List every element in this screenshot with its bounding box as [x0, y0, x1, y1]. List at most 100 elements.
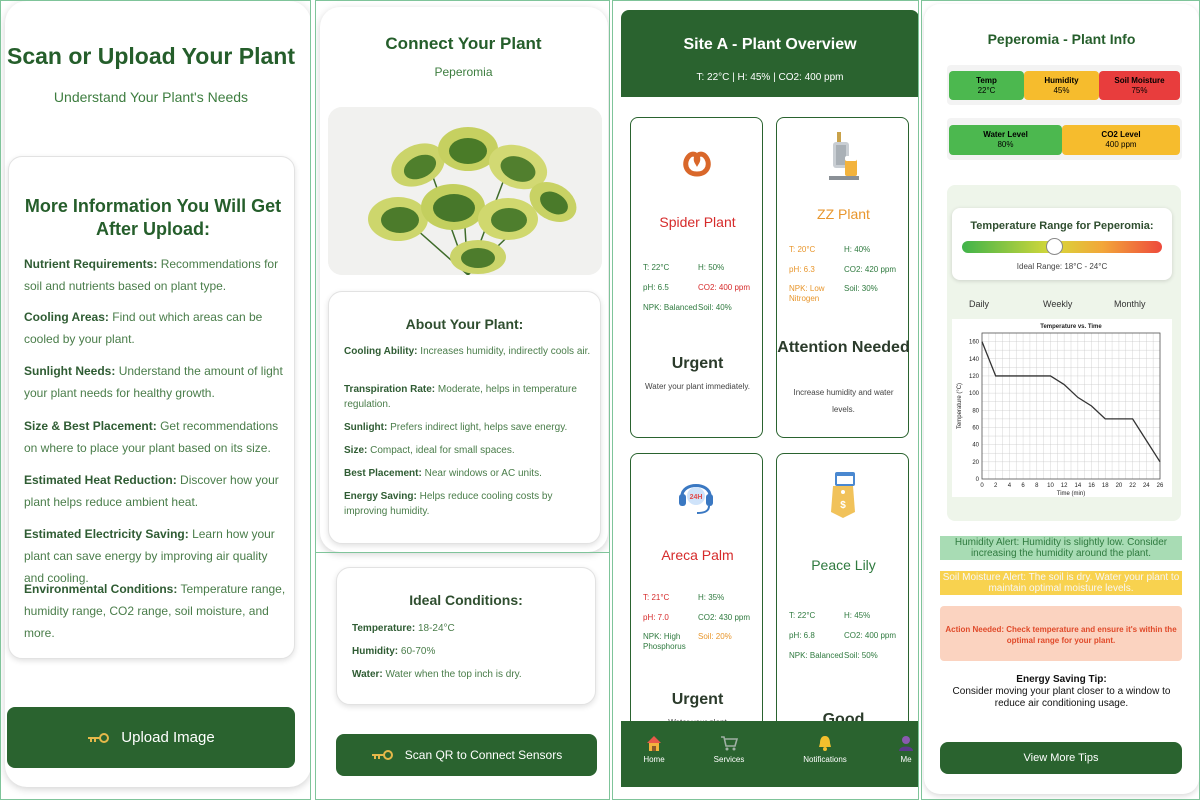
x-tick-label: 26 [1157, 483, 1164, 489]
ideal-label: Humidity: [352, 646, 399, 657]
reading-value: 45% [1053, 86, 1070, 95]
stat-ph: pH: 6.8 [789, 631, 815, 640]
stat-temp: T: 22°C [643, 263, 670, 272]
scan-qr-label: Scan QR to Connect Sensors [404, 748, 563, 762]
plant-card-zz[interactable]: ZZ Plant T: 20°C H: 40% pH: 6.3 CO2: 420 p… [776, 117, 910, 438]
period-tab-weekly[interactable]: Weekly [1043, 299, 1072, 309]
plant-name: Areca Palm [661, 547, 734, 563]
temperature-panel: Temperature Range for Peperomia: Ideal R… [947, 185, 1181, 521]
ideal-item-water: Water: Water when the top inch is dry. [352, 667, 600, 682]
ideal-text: Water when the top inch is dry. [385, 669, 522, 680]
about-text: Increases humidity, indirectly cools air… [420, 346, 591, 357]
svg-text:$: $ [840, 500, 846, 511]
nav-item-home[interactable]: Home [624, 721, 684, 764]
info-item-sunlight: Sunlight Needs: Understand the amount of… [24, 360, 286, 404]
y-tick-label: 20 [972, 460, 979, 466]
ideal-title: Ideal Conditions: [409, 592, 523, 608]
site-title: Site A - Plant Overview [683, 36, 857, 53]
info-label: Estimated Heat Reduction: [24, 473, 177, 487]
ideal-text: 18-24°C [417, 623, 455, 634]
x-tick-label: 14 [1075, 483, 1082, 489]
about-text: Near windows or AC units. [424, 468, 542, 479]
x-tick-label: 12 [1061, 483, 1068, 489]
nav-item-services[interactable]: Services [699, 721, 759, 764]
beer-tap-icon [829, 132, 859, 180]
stat-humidity: H: 45% [844, 611, 871, 620]
about-label: Best Placement: [344, 468, 422, 479]
about-item-placement: Best Placement: Near windows or AC units… [344, 466, 592, 481]
headset-24h-icon: 24H [679, 484, 713, 514]
scan-qr-button[interactable]: Scan QR to Connect Sensors [336, 734, 597, 776]
ideal-item-temperature: Temperature: 18-24°C [352, 621, 600, 636]
bell-icon [819, 736, 831, 751]
stat-ph: pH: 7.0 [643, 613, 669, 622]
upload-image-button[interactable]: Upload Image [7, 707, 295, 768]
x-axis-label: Time (min) [1057, 491, 1085, 497]
x-tick-label: 8 [1035, 483, 1039, 489]
plant-status: Urgent [671, 355, 724, 372]
water-level-reading: Water Level 80% [949, 125, 1062, 155]
svg-text:24H: 24H [690, 494, 703, 501]
action-needed-alert: Action Needed: Check temperature and ens… [940, 606, 1182, 661]
plant-name: Spider Plant [659, 214, 736, 230]
period-tab-daily[interactable]: Daily [969, 299, 989, 309]
info-item-heat: Estimated Heat Reduction: Discover how y… [24, 469, 286, 513]
reading-value: 75% [1131, 86, 1148, 95]
app-root: Scan or Upload Your Plant Understand You… [0, 0, 1200, 800]
plant-name: Peace Lily [811, 557, 876, 573]
energy-tip-text: Consider moving your plant closer to a w… [952, 686, 1171, 709]
about-label: Cooling Ability: [344, 346, 418, 357]
sensor-row-1: Temp 22°C Humidity 45% Soil Moisture 75% [947, 65, 1182, 105]
ideal-range-label: Ideal Range: 18°C - 24°C [1016, 262, 1108, 271]
stat-co2: CO2: 400 ppm [698, 283, 751, 292]
ideal-text: 60-70% [400, 646, 436, 657]
y-tick-label: 140 [969, 357, 980, 363]
range-slider-knob[interactable] [1046, 238, 1063, 255]
x-tick-label: 22 [1129, 483, 1136, 489]
x-tick-label: 4 [1008, 483, 1012, 489]
stat-co2: CO2: 400 ppm [844, 631, 897, 640]
pretzel-icon [683, 151, 711, 177]
x-tick-label: 18 [1102, 483, 1109, 489]
x-tick-label: 10 [1047, 483, 1054, 489]
info-label: Size & Best Placement: [24, 419, 157, 433]
scan-upload-screen: Scan or Upload Your Plant Understand You… [0, 0, 311, 800]
plant-action: Increase humidity and water levels. [793, 388, 894, 414]
about-item-energy: Energy Saving: Helps reduce cooling cost… [344, 489, 592, 519]
info-item-cooling: Cooling Areas: Find out which areas can … [24, 306, 286, 350]
stat-soil: Soil: 50% [844, 651, 878, 660]
stat-npk: NPK: High Phosphorus [643, 632, 686, 651]
y-tick-label: 0 [976, 477, 980, 483]
plant-stats: T: 22°C H: 50% pH: 6.5 CO2: 400 ppm NPK: B… [643, 258, 758, 318]
about-label: Size: [344, 445, 368, 456]
nav-item-me[interactable]: Me [876, 721, 918, 764]
reading-value: 400 ppm [1105, 140, 1137, 149]
plant-overview-screen: Site A - Plant Overview T: 22°C | H: 45%… [612, 0, 919, 800]
stat-co2: CO2: 420 ppm [844, 265, 897, 274]
x-tick-label: 2 [994, 483, 998, 489]
temperature-range-slider[interactable] [962, 238, 1162, 255]
nav-item-notifications[interactable]: Notifications [795, 721, 855, 764]
period-tab-monthly[interactable]: Monthly [1114, 299, 1146, 309]
plant-status: Urgent [671, 691, 724, 708]
info-label: Nutrient Requirements: [24, 257, 158, 271]
plant-card-spider[interactable]: Spider Plant T: 22°C H: 50% pH: 6.5 CO2: 4… [630, 117, 763, 438]
reading-label: Water Level [983, 130, 1028, 139]
temperature-range-card: Temperature Range for Peperomia: Ideal R… [952, 208, 1172, 280]
x-tick-label: 24 [1143, 483, 1150, 489]
about-text: Compact, ideal for small spaces. [370, 445, 515, 456]
upload-image-label: Upload Image [121, 729, 215, 746]
reading-label: Soil Moisture [1114, 76, 1165, 85]
info-item-nutrient: Nutrient Requirements: Recommendations f… [24, 253, 286, 297]
nav-label: Notifications [803, 755, 847, 764]
info-label: Cooling Areas: [24, 310, 109, 324]
y-tick-label: 40 [972, 443, 979, 449]
plant-info-screen: Peperomia - Plant Info Temp 22°C Humidity… [921, 0, 1200, 800]
view-more-tips-button[interactable]: View More Tips [940, 742, 1182, 774]
stat-humidity: H: 35% [698, 593, 725, 602]
co2-level-reading: CO2 Level 400 ppm [1062, 125, 1180, 155]
stat-ph: pH: 6.5 [643, 283, 669, 292]
temp-reading: Temp 22°C [949, 71, 1024, 100]
y-tick-label: 60 [972, 425, 979, 431]
range-title: Temperature Range for Peperomia: [970, 220, 1154, 232]
